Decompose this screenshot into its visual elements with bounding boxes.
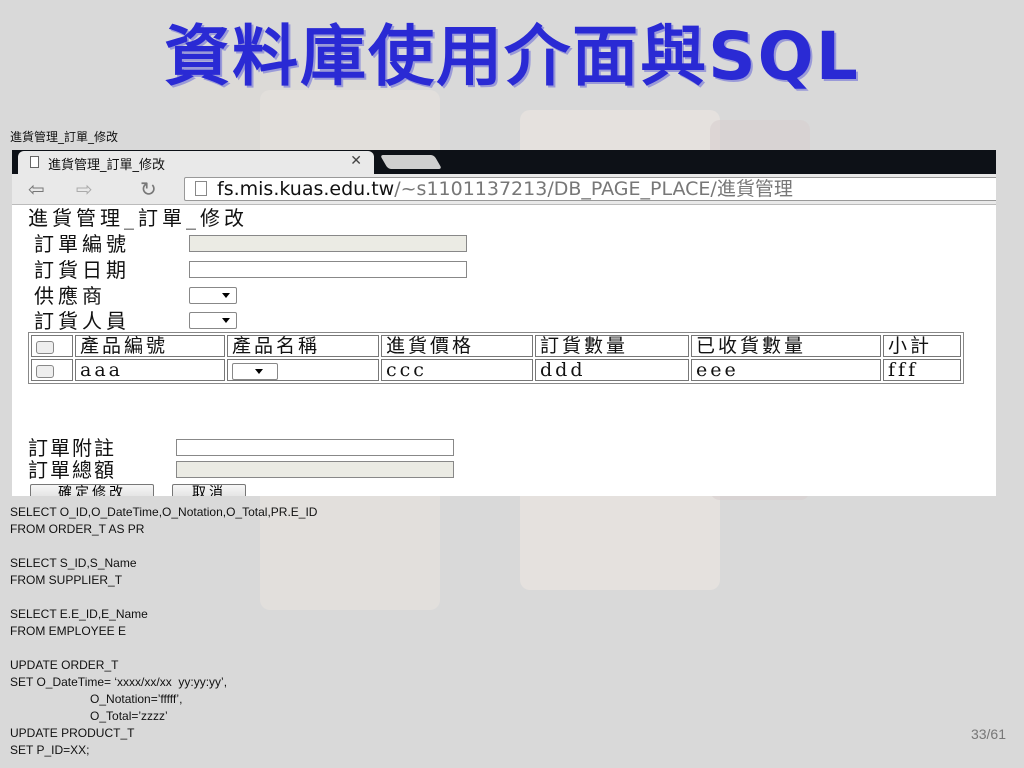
table-row: aaa ccc ddd eee fff (31, 359, 961, 381)
browser-tab-bar: 進貨管理_訂單_修改 ✕ (12, 150, 996, 174)
product-id-cell[interactable]: aaa (75, 359, 225, 381)
sql-line: SELECT S_ID,S_Name (10, 556, 137, 570)
form-heading: 進貨管理_訂單_修改 (28, 206, 248, 230)
table-header-cell: 產品名稱 (227, 335, 379, 357)
subtotal-cell[interactable]: fff (883, 359, 961, 381)
notes-field[interactable] (176, 439, 454, 456)
sql-line (10, 538, 510, 555)
url-path: /~s1101137213/DB_PAGE_PLACE/進貨管理 (394, 178, 793, 200)
staff-select[interactable] (189, 312, 237, 329)
notes-label: 訂單附註 (28, 436, 116, 460)
total-field (176, 461, 454, 478)
back-arrow-icon[interactable]: ⇦ (28, 177, 45, 201)
sql-line: SET O_DateTime= ‘xxxx/xx/xx yy:yy:yy’, (10, 675, 228, 689)
table-header-cell: 訂貨數量 (535, 335, 689, 357)
sql-line: UPDATE ORDER_T (10, 658, 119, 672)
order-date-label: 訂貨日期 (34, 258, 130, 282)
sql-line: UPDATE PRODUCT_T (10, 726, 135, 740)
sql-line: O_Notation=’fffff’, (10, 692, 183, 706)
page-icon (30, 156, 39, 168)
sql-line: O_Total=’zzzz’ (10, 709, 168, 723)
browser-toolbar: ⇦ ⇨ ↻ fs.mis.kuas.edu.tw/~s1101137213/DB… (12, 174, 996, 205)
reload-icon[interactable]: ↻ (140, 177, 157, 201)
cancel-button[interactable]: 取消 (172, 484, 246, 496)
supplier-label: 供應商 (34, 284, 106, 308)
sql-line: FROM SUPPLIER_T (10, 573, 123, 587)
sql-code-block: SELECT O_ID,O_DateTime,O_Notation,O_Tota… (10, 504, 510, 759)
product-name-select[interactable] (232, 362, 278, 380)
table-header-cell: 已收貨數量 (691, 335, 881, 357)
order-id-label: 訂單編號 (34, 232, 130, 256)
browser-tab[interactable]: 進貨管理_訂單_修改 ✕ (18, 151, 374, 174)
sql-line: SELECT E.E_ID,E_Name (10, 607, 148, 621)
chevron-down-icon (255, 368, 263, 374)
slide-caption: 進貨管理_訂單_修改 (10, 130, 119, 144)
order-date-field[interactable] (189, 261, 467, 278)
forward-arrow-icon[interactable]: ⇨ (76, 177, 93, 201)
slide-title: 資料庫使用介面與SQL (164, 18, 860, 95)
sql-line: FROM EMPLOYEE E (10, 624, 127, 638)
supplier-select[interactable] (189, 287, 237, 304)
table-header-cell: 產品編號 (75, 335, 225, 357)
sql-line (10, 589, 510, 606)
chevron-down-icon (222, 318, 230, 323)
close-icon[interactable]: ✕ (350, 153, 362, 169)
price-cell[interactable]: ccc (381, 359, 533, 381)
sql-line: FROM ORDER_T AS PR (10, 522, 145, 536)
checkbox[interactable] (36, 340, 54, 354)
order-items-table: 產品編號 產品名稱 進貨價格 訂貨數量 已收貨數量 小計 aaa ccc ddd… (28, 332, 964, 384)
address-bar[interactable]: fs.mis.kuas.edu.tw/~s1101137213/DB_PAGE_… (184, 177, 996, 201)
received-cell[interactable]: eee (691, 359, 881, 381)
product-name-cell (227, 359, 379, 381)
table-header-cell: 進貨價格 (381, 335, 533, 357)
checkbox[interactable] (36, 364, 54, 378)
table-header-row: 產品編號 產品名稱 進貨價格 訂貨數量 已收貨數量 小計 (31, 335, 961, 357)
quantity-cell[interactable]: ddd (535, 359, 689, 381)
sql-line: SELECT O_ID,O_DateTime,O_Notation,O_Tota… (10, 505, 318, 519)
staff-label: 訂貨人員 (34, 309, 130, 333)
new-tab-button[interactable] (379, 155, 443, 169)
sql-line (10, 640, 510, 657)
page-number: 33/61 (970, 726, 1006, 742)
table-header-cell: 小計 (883, 335, 961, 357)
total-label: 訂單總額 (28, 458, 116, 482)
browser-screenshot: 進貨管理_訂單_修改 ✕ ⇦ ⇨ ↻ fs.mis.kuas.edu.tw/~s… (12, 150, 996, 496)
confirm-edit-button[interactable]: 確定修改 (30, 484, 154, 496)
url-host: fs.mis.kuas.edu.tw (217, 178, 395, 200)
chevron-down-icon (222, 293, 230, 298)
sql-line: SET P_ID=XX; (10, 743, 90, 757)
table-cell (31, 359, 73, 381)
page-icon (195, 181, 207, 196)
order-id-field (189, 235, 467, 252)
browser-tab-title: 進貨管理_訂單_修改 (48, 158, 166, 173)
table-header-cell (31, 335, 73, 357)
order-edit-form: 進貨管理_訂單_修改 訂單編號 訂貨日期 供應商 訂貨人員 產品編號 產品名稱 … (12, 204, 996, 496)
